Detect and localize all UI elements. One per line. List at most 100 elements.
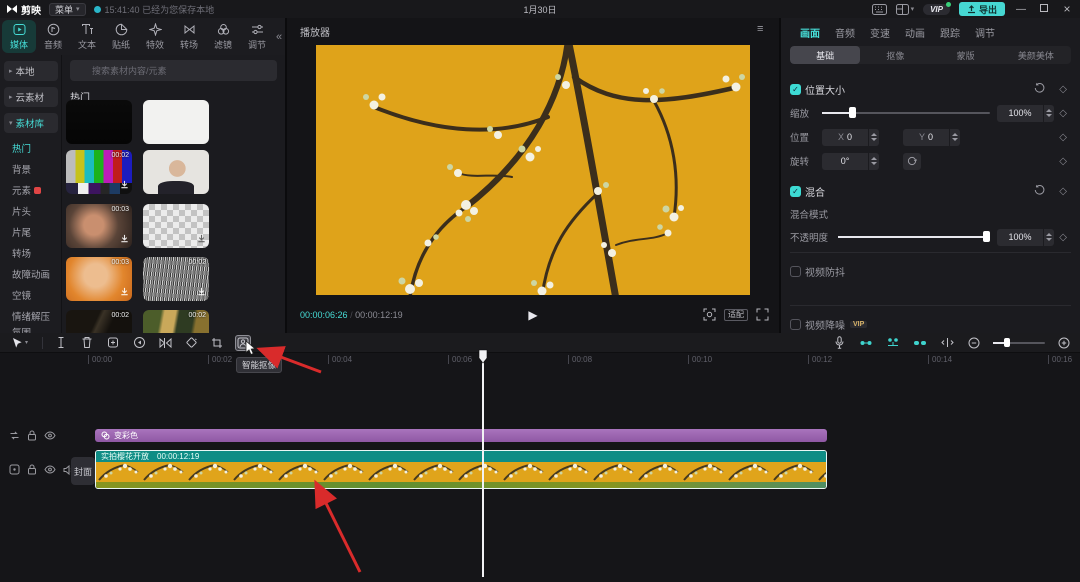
- sidebar-item-glitch[interactable]: 故障动画: [12, 267, 50, 281]
- menu-button[interactable]: 菜单 ▾: [49, 3, 86, 16]
- sidebar-item-material-library[interactable]: ▾素材库: [4, 113, 58, 133]
- keyframe-icon[interactable]: ◇: [1059, 156, 1067, 167]
- collapse-panel-icon[interactable]: «: [276, 31, 282, 43]
- main-track-icon[interactable]: [9, 464, 20, 475]
- sidebar-item-elements[interactable]: 元素: [12, 183, 41, 197]
- main-track-magnet-toggle[interactable]: [858, 335, 874, 351]
- download-icon[interactable]: [120, 287, 129, 299]
- subtab-beauty[interactable]: 美颜美体: [1001, 46, 1071, 64]
- rotate-stepper[interactable]: [868, 153, 879, 170]
- sidebar-item-hot[interactable]: 热门: [12, 141, 31, 155]
- subtab-mask[interactable]: 蒙版: [931, 46, 1001, 64]
- download-icon[interactable]: [197, 287, 206, 299]
- tab-audio-insp[interactable]: 音频: [835, 25, 855, 40]
- library-item-transparent[interactable]: [143, 204, 209, 248]
- record-voiceover-button[interactable]: [831, 335, 847, 351]
- minimize-button[interactable]: —: [1014, 4, 1028, 15]
- library-item-black[interactable]: [66, 100, 132, 144]
- download-icon[interactable]: [120, 234, 129, 246]
- fit-ratio-button[interactable]: 适配: [724, 309, 748, 321]
- linkage-toggle[interactable]: [912, 335, 928, 351]
- search-input[interactable]: [70, 60, 277, 81]
- eye-icon[interactable]: [44, 431, 56, 440]
- rotate-field[interactable]: 0°: [822, 153, 868, 170]
- playhead-handle[interactable]: [476, 349, 490, 365]
- close-button[interactable]: ×: [1060, 2, 1074, 16]
- scale-value[interactable]: 100%: [997, 105, 1043, 122]
- position-y-stepper[interactable]: [949, 129, 960, 146]
- keyframe-icon[interactable]: ◇: [1059, 84, 1067, 95]
- player-menu-icon[interactable]: ≡: [757, 23, 763, 35]
- rotate-button[interactable]: [183, 335, 199, 351]
- maximize-button[interactable]: [1037, 4, 1051, 15]
- preview-axis-toggle[interactable]: [939, 335, 955, 351]
- tab-transitions[interactable]: 转场: [172, 20, 206, 53]
- scale-slider[interactable]: [822, 112, 990, 114]
- library-item-dark[interactable]: 00:02: [66, 310, 132, 333]
- tab-adjust-insp[interactable]: 调节: [975, 25, 995, 40]
- download-icon[interactable]: [120, 180, 129, 192]
- export-button[interactable]: 导出: [959, 2, 1005, 16]
- position-x-stepper[interactable]: [868, 129, 879, 146]
- smart-cutout-button[interactable]: [235, 335, 251, 351]
- auto-snap-toggle[interactable]: [885, 335, 901, 351]
- zoom-in-button[interactable]: [1056, 335, 1072, 351]
- position-x-field[interactable]: X0: [822, 129, 868, 146]
- reset-icon[interactable]: [1034, 82, 1045, 96]
- library-item-laughing-man[interactable]: 00:03: [66, 204, 132, 248]
- mirror-button[interactable]: [157, 335, 173, 351]
- filter-clip[interactable]: 变彩色: [95, 429, 827, 442]
- vip-badge[interactable]: VIP: [923, 4, 950, 15]
- sidebar-item-transition[interactable]: 转场: [12, 246, 31, 260]
- keyframe-icon[interactable]: ◇: [1059, 186, 1067, 197]
- preview-quality-icon[interactable]: [703, 308, 716, 321]
- rotate-dial-button[interactable]: [903, 153, 921, 170]
- stabilize-checkbox[interactable]: ✓: [790, 266, 801, 277]
- swap-order-icon[interactable]: [9, 430, 20, 441]
- sidebar-item-cloud[interactable]: ▸云素材: [4, 87, 58, 107]
- library-item-white[interactable]: [143, 100, 209, 144]
- subtab-basic[interactable]: 基础: [790, 46, 860, 64]
- lock-icon[interactable]: [27, 464, 37, 475]
- keyframe-icon[interactable]: ◇: [1059, 232, 1067, 243]
- download-icon[interactable]: [197, 234, 206, 246]
- freeze-frame-button[interactable]: [105, 335, 121, 351]
- opacity-slider[interactable]: [838, 236, 990, 238]
- reverse-button[interactable]: [131, 335, 147, 351]
- library-item-party[interactable]: 00:02: [143, 310, 209, 333]
- sidebar-item-ambience[interactable]: 氛围: [12, 325, 31, 333]
- sidebar-item-background[interactable]: 背景: [12, 162, 31, 176]
- tab-speed[interactable]: 变速: [870, 25, 890, 40]
- position-size-checkbox[interactable]: ✓: [790, 84, 801, 95]
- library-item-laughing-woman[interactable]: 00:03: [66, 257, 132, 301]
- shortcut-keyboard-icon[interactable]: [872, 4, 887, 15]
- sidebar-item-local[interactable]: ▸本地: [4, 61, 58, 81]
- keyframe-icon[interactable]: ◇: [1059, 132, 1067, 143]
- opacity-stepper[interactable]: [1043, 229, 1054, 246]
- zoom-out-button[interactable]: [966, 335, 982, 351]
- lock-icon[interactable]: [27, 430, 37, 441]
- tab-tracking[interactable]: 跟踪: [940, 25, 960, 40]
- layout-switch-button[interactable]: ▾: [896, 4, 915, 15]
- reset-icon[interactable]: [1034, 184, 1045, 198]
- sidebar-item-intro[interactable]: 片头: [12, 204, 31, 218]
- fullscreen-icon[interactable]: [756, 308, 769, 321]
- opacity-value[interactable]: 100%: [997, 229, 1043, 246]
- tab-filters[interactable]: 滤镜: [206, 20, 240, 53]
- sidebar-item-broll[interactable]: 空镜: [12, 288, 31, 302]
- blend-checkbox[interactable]: ✓: [790, 186, 801, 197]
- select-tool-button[interactable]: ▾: [8, 335, 32, 351]
- split-button[interactable]: [53, 335, 69, 351]
- keyframe-icon[interactable]: ◇: [1059, 108, 1067, 119]
- sidebar-item-relax[interactable]: 情绪解压: [12, 309, 50, 323]
- tab-media[interactable]: 媒体: [2, 20, 36, 53]
- play-button[interactable]: ▶: [528, 308, 537, 322]
- eye-icon[interactable]: [44, 465, 56, 474]
- tab-sticker[interactable]: 贴纸: [104, 20, 138, 53]
- denoise-checkbox[interactable]: ✓: [790, 319, 801, 330]
- sidebar-item-outro[interactable]: 片尾: [12, 225, 31, 239]
- library-item-face[interactable]: [143, 150, 209, 194]
- tab-picture[interactable]: 画面: [800, 25, 820, 40]
- video-clip-selected[interactable]: 实拍樱花开放 00:00:12:19: [95, 450, 827, 489]
- tab-adjust[interactable]: 调节: [240, 20, 274, 53]
